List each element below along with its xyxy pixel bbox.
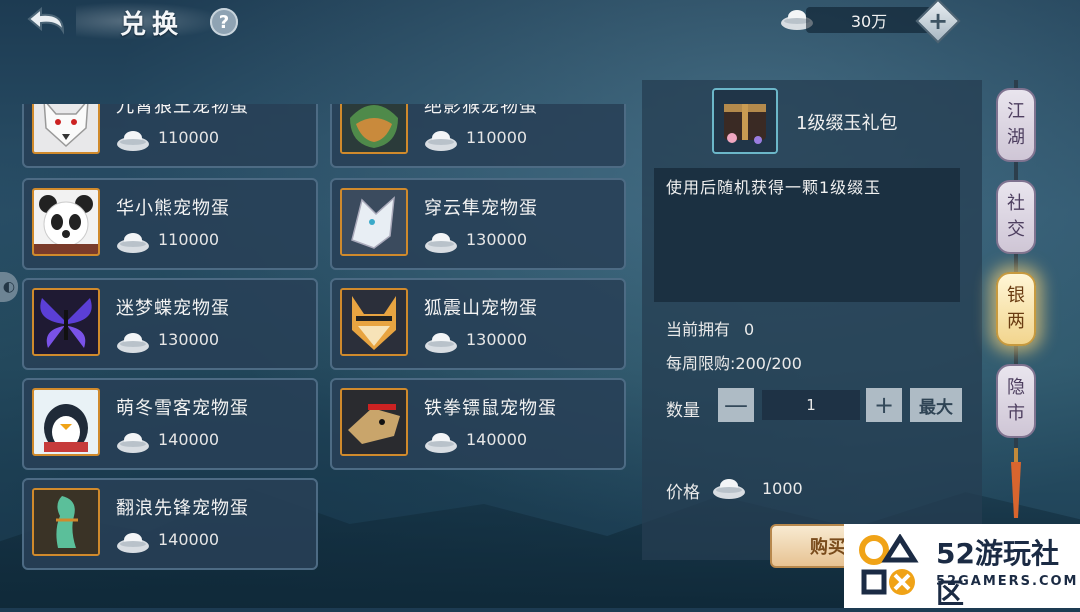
quantity-input[interactable]: 1 <box>762 390 860 420</box>
exchange-item-card[interactable]: 绝影猴宠物蛋 110000 <box>330 104 626 168</box>
watermark-logo-icon <box>859 534 919 595</box>
penguin-pet-icon <box>32 388 100 456</box>
exchange-item-card[interactable]: 穿云隼宠物蛋 130000 <box>330 178 626 270</box>
item-price: 140000 <box>158 530 220 549</box>
silver-ingot-icon <box>424 430 458 458</box>
green-monkey-pet-icon <box>340 104 408 154</box>
tab-label-line1: 江 <box>1007 101 1025 122</box>
quantity-minus-button[interactable]: — <box>718 388 754 422</box>
exchange-item-card[interactable]: 华小熊宠物蛋 110000 <box>22 178 318 270</box>
silver-ingot-icon <box>116 230 150 258</box>
price-label: 价格 <box>666 483 700 503</box>
owned-label: 当前拥有 <box>666 320 731 339</box>
weekly-limit-label: 每周限购: <box>666 354 736 373</box>
item-description: 使用后随机获得一颗1级缀玉 <box>654 168 960 302</box>
item-name: 萌冬雪客宠物蛋 <box>116 398 249 419</box>
exchange-item-card[interactable]: 迷梦蝶宠物蛋 130000 <box>22 278 318 370</box>
watermark: 52游玩社区 52GAMERS.COM <box>844 524 1080 610</box>
tab-label-line1: 社 <box>1007 193 1025 214</box>
item-price: 110000 <box>158 230 220 249</box>
item-name: 穿云隼宠物蛋 <box>424 198 538 219</box>
silver-ingot-icon <box>116 430 150 458</box>
tab-label-line1: 隐 <box>1007 377 1025 398</box>
white-falcon-pet-icon <box>340 188 408 256</box>
exchange-item-card[interactable]: 九霄狼王宠物蛋 110000 <box>22 104 318 168</box>
quantity-label: 数量 <box>666 401 700 421</box>
page-title: 兑换 <box>120 10 185 40</box>
exchange-item-list[interactable]: 九霄狼王宠物蛋 110000 绝影猴宠物蛋 110000 华小熊宠物蛋 110000 穿云隼… <box>0 104 640 574</box>
price-value: 1000 <box>762 479 803 498</box>
quantity-max-button[interactable]: 最大 <box>910 388 962 422</box>
silver-ingot-icon <box>424 330 458 358</box>
item-price: 110000 <box>158 128 220 147</box>
item-name: 翻浪先锋宠物蛋 <box>116 498 249 519</box>
exchange-item-card[interactable]: 翻浪先锋宠物蛋 140000 <box>22 478 318 570</box>
tab-label-line2: 市 <box>1007 403 1025 424</box>
watermark-brand: 52游玩社区 <box>936 537 1059 610</box>
item-price: 130000 <box>158 330 220 349</box>
item-price: 140000 <box>158 430 220 449</box>
item-price: 130000 <box>466 330 528 349</box>
tab-label-line2: 交 <box>1007 219 1025 240</box>
back-button[interactable] <box>16 2 80 38</box>
silver-ingot-icon <box>116 530 150 558</box>
item-name: 华小熊宠物蛋 <box>116 198 230 219</box>
gift-box-icon <box>712 88 778 154</box>
selected-item-name: 1级缀玉礼包 <box>796 113 898 134</box>
fox-pet-icon <box>340 288 408 356</box>
owned-row: 当前拥有 0 <box>666 316 754 340</box>
tassel-decoration <box>1011 448 1021 518</box>
exchange-item-card[interactable]: 狐震山宠物蛋 130000 <box>330 278 626 370</box>
owned-value: 0 <box>744 320 755 339</box>
purple-butterfly-pet-icon <box>32 288 100 356</box>
silver-ingot-icon <box>424 128 458 156</box>
tab-2[interactable]: 银两 <box>996 272 1036 346</box>
exchange-item-card[interactable]: 铁拳镖鼠宠物蛋 140000 <box>330 378 626 470</box>
help-button[interactable]: ? <box>210 8 238 36</box>
armored-rat-pet-icon <box>340 388 408 456</box>
seahorse-pet-icon <box>32 488 100 556</box>
silver-ingot-icon <box>713 479 745 499</box>
item-price: 110000 <box>466 128 528 147</box>
white-wolf-pet-icon <box>32 104 100 154</box>
tab-label-line2: 两 <box>1007 311 1025 332</box>
item-price: 130000 <box>466 230 528 249</box>
tab-3[interactable]: 隐市 <box>996 364 1036 438</box>
watermark-url: 52GAMERS.COM <box>936 574 1079 589</box>
item-name: 狐震山宠物蛋 <box>424 298 538 319</box>
weekly-limit-value: 200/200 <box>735 354 802 373</box>
panda-pet-icon <box>32 188 100 256</box>
plus-icon: + <box>927 7 949 35</box>
tab-0[interactable]: 江湖 <box>996 88 1036 162</box>
item-price: 140000 <box>466 430 528 449</box>
item-name: 绝影猴宠物蛋 <box>424 104 538 117</box>
exchange-item-card[interactable]: 萌冬雪客宠物蛋 140000 <box>22 378 318 470</box>
weekly-limit-row: 每周限购:200/200 <box>666 350 802 374</box>
back-arrow-icon <box>27 6 65 35</box>
silver-ingot-icon <box>116 128 150 156</box>
item-name: 迷梦蝶宠物蛋 <box>116 298 230 319</box>
currency-display: 30万 + <box>780 0 961 44</box>
item-name: 九霄狼王宠物蛋 <box>116 104 249 117</box>
tab-1[interactable]: 社交 <box>996 180 1036 254</box>
currency-amount: 30万 <box>806 7 932 33</box>
quantity-plus-button[interactable]: + <box>866 388 902 422</box>
item-name: 铁拳镖鼠宠物蛋 <box>424 398 557 419</box>
tab-label-line1: 银 <box>1007 285 1025 306</box>
silver-ingot-icon <box>424 230 458 258</box>
tab-label-line2: 湖 <box>1007 127 1025 148</box>
silver-ingot-icon <box>116 330 150 358</box>
